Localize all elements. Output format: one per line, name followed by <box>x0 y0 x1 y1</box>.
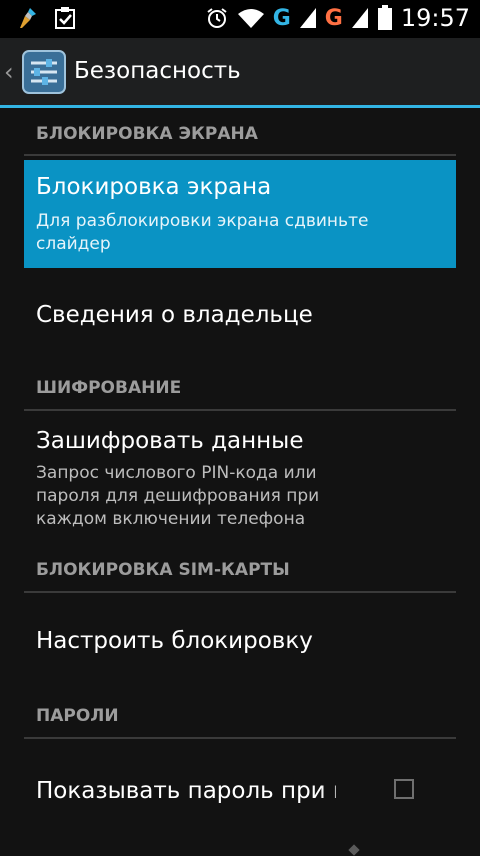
item-title: Зашифровать данные <box>36 428 304 454</box>
page-title: Безопасность <box>74 58 241 84</box>
clock: 19:57 <box>400 4 470 32</box>
notification-icons <box>16 6 76 30</box>
section-divider <box>24 409 456 411</box>
status-icons: G G 19:57 <box>205 4 470 32</box>
item-title: Сведения о владельце <box>36 302 313 328</box>
section-header-sim-lock: БЛОКИРОВКА SIM-КАРТЫ <box>36 560 290 580</box>
network-type-1: G <box>272 5 291 31</box>
show-password-checkbox[interactable] <box>394 779 414 799</box>
item-title: Показывать пароль при в <box>36 778 336 804</box>
list-item-screen-lock[interactable]: Блокировка экрана Для разблокировки экра… <box>24 160 456 268</box>
broom-icon <box>20 8 36 28</box>
section-header-screen-lock: БЛОКИРОВКА ЭКРАНА <box>36 124 258 144</box>
list-item-owner-info[interactable]: Сведения о владельце <box>24 278 456 358</box>
section-divider <box>24 154 456 156</box>
item-summary: Для разблокировки экрана сдвиньте слайде… <box>36 211 369 254</box>
settings-list[interactable]: БЛОКИРОВКА ЭКРАНА Блокировка экрана Для … <box>0 108 480 856</box>
up-button[interactable]: ‹ <box>0 38 70 106</box>
section-divider <box>24 737 456 739</box>
item-summary: Запрос числового PIN-кода или пароля для… <box>36 463 320 529</box>
section-divider <box>24 591 456 593</box>
battery-icon <box>377 5 392 30</box>
text-fade <box>320 763 370 813</box>
signal-g-icon <box>351 8 368 28</box>
section-header-passwords: ПАРОЛИ <box>36 706 119 726</box>
action-bar: ‹ Безопасность <box>0 38 480 106</box>
list-item-encrypt-data[interactable]: Зашифровать данные Запрос числового PIN-… <box>24 414 456 544</box>
clipboard-check-icon <box>55 7 75 29</box>
list-item-set-up-sim-lock[interactable]: Настроить блокировку <box>24 598 456 688</box>
wifi-icon <box>237 9 264 28</box>
alarm-icon <box>207 8 227 28</box>
chevron-left-icon: ‹ <box>4 58 14 86</box>
network-type-2: G <box>324 5 343 31</box>
section-header-encryption: ШИФРОВАНИЕ <box>36 378 182 398</box>
status-bar: G G 19:57 <box>0 0 480 38</box>
settings-app-icon <box>22 50 66 94</box>
item-title: Блокировка экрана <box>36 174 272 200</box>
item-title: Настроить блокировку <box>36 628 313 654</box>
signal-g-icon <box>299 8 316 28</box>
